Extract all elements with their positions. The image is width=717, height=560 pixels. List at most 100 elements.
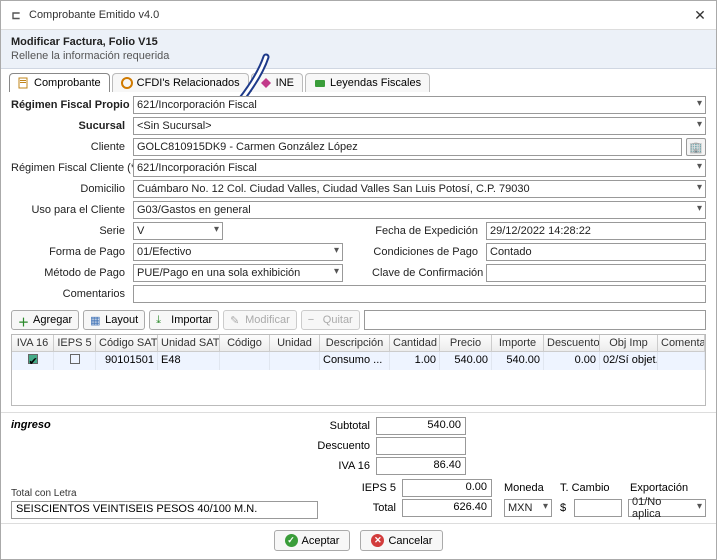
divider	[1, 412, 716, 413]
agregar-button[interactable]: ＋Agregar	[11, 310, 79, 330]
clave-conf-input[interactable]	[486, 264, 706, 282]
total-letra-box: Total con Letra SEISCIENTOS VEINTISEIS P…	[11, 488, 318, 519]
label-descuento-total: Descuento	[300, 440, 370, 452]
label-ieps5-total: IEPS 5	[326, 482, 396, 494]
cond-pago-input[interactable]: Contado	[486, 243, 706, 261]
label-domicilio: Domicilio	[11, 183, 129, 195]
importar-button[interactable]: ⤓Importar	[149, 310, 219, 330]
aceptar-button[interactable]: ✓Aceptar	[274, 530, 351, 551]
tab-label: Leyendas Fiscales	[330, 77, 421, 89]
cliente-lookup-button[interactable]: 🏢	[686, 138, 706, 156]
grid-row[interactable]: ✔ 90101501 E48 Consumo ... 1.00 540.00 5…	[12, 352, 705, 370]
cliente-input[interactable]: GOLC810915DK9 - Carmen González López	[133, 138, 682, 156]
tcambio-input[interactable]	[574, 499, 622, 517]
label-regimen-cliente: Régimen Fiscal Cliente (*)	[11, 162, 129, 174]
cell-codigo-sat: 90101501	[96, 352, 158, 370]
subheader-subtitle: Rellene la información requerida	[11, 50, 706, 62]
serie-select[interactable]: V	[133, 222, 223, 240]
tipo-comprobante-label: ingreso	[1, 415, 290, 479]
forma-pago-select[interactable]: 01/Efectivo	[133, 243, 343, 261]
modificar-button[interactable]: ✎Modificar	[223, 310, 297, 330]
total-value: 626.40	[402, 499, 492, 517]
cancelar-button[interactable]: ✕Cancelar	[360, 530, 443, 551]
layout-icon: ▦	[90, 314, 102, 326]
checkbox-ieps5[interactable]	[70, 354, 80, 364]
cell-precio: 540.00	[440, 352, 492, 370]
window: ⊏ Comprobante Emitido v4.0 ✕ Modificar F…	[0, 0, 717, 560]
col-ieps5[interactable]: IEPS 5	[54, 335, 96, 351]
col-iva16[interactable]: IVA 16	[12, 335, 54, 351]
descuento-value	[376, 437, 466, 455]
diamond-icon	[260, 77, 272, 89]
cell-unidad	[270, 352, 320, 370]
tag-icon	[314, 77, 326, 89]
ieps5-value: 0.00	[402, 479, 492, 497]
comentarios-input[interactable]	[133, 285, 706, 303]
subheader: Modificar Factura, Folio V15 Rellene la …	[1, 30, 716, 69]
label-clave-conf: Clave de Confirmación	[372, 267, 482, 279]
cell-objimp: 02/Sí objet...	[600, 352, 658, 370]
tcambio-prefix: $	[558, 502, 568, 514]
toolbar-search-input[interactable]	[364, 310, 706, 330]
cell-descripcion: Consumo ...	[320, 352, 390, 370]
titlebar: ⊏ Comprobante Emitido v4.0 ✕	[1, 1, 716, 30]
regimen-cliente-select[interactable]: 621/Incorporación Fiscal	[133, 159, 706, 177]
metodo-pago-select[interactable]: PUE/Pago en una sola exhibición	[133, 264, 343, 282]
layout-button[interactable]: ▦Layout	[83, 310, 145, 330]
col-codigo-sat[interactable]: Código SAT	[96, 335, 158, 351]
checkbox-iva16[interactable]: ✔	[28, 354, 38, 364]
tab-label: CFDI's Relacionados	[137, 77, 240, 89]
label-metodo-pago: Método de Pago	[11, 267, 129, 279]
close-button[interactable]: ✕	[692, 7, 708, 23]
col-unidad[interactable]: Unidad	[270, 335, 320, 351]
label-forma-pago: Forma de Pago	[11, 246, 129, 258]
footer: ✓Aceptar ✕Cancelar	[1, 523, 716, 557]
sucursal-select[interactable]: <Sin Sucursal>	[133, 117, 706, 135]
cell-codigo	[220, 352, 270, 370]
total-letra-value: SEISCIENTOS VEINTISEIS PESOS 40/100 M.N.	[11, 501, 318, 519]
cell-cantidad: 1.00	[390, 352, 440, 370]
cell-importe: 540.00	[492, 352, 544, 370]
subheader-title: Modificar Factura, Folio V15	[11, 36, 706, 48]
label-regimen-propio: Régimen Fiscal Propio (*)	[11, 99, 129, 111]
col-codigo[interactable]: Código	[220, 335, 270, 351]
grid-toolbar: ＋Agregar ▦Layout ⤓Importar ✎Modificar −Q…	[11, 306, 706, 334]
fecha-input[interactable]: 29/12/2022 14:28:22	[486, 222, 706, 240]
col-descripcion[interactable]: Descripción	[320, 335, 390, 351]
tab-ine[interactable]: INE	[251, 73, 303, 92]
col-importe[interactable]: Importe	[492, 335, 544, 351]
right-totals: IEPS 50.00 Moneda T. Cambio Exportación …	[326, 479, 706, 519]
uso-cliente-select[interactable]: G03/Gastos en general	[133, 201, 706, 219]
col-cantidad[interactable]: Cantidad	[390, 335, 440, 351]
cell-descuento: 0.00	[544, 352, 600, 370]
domicilio-select[interactable]: Cuámbaro No. 12 Col. Ciudad Valles, Ciud…	[133, 180, 706, 198]
tab-comprobante[interactable]: Comprobante	[9, 73, 110, 92]
regimen-propio-select[interactable]: 621/Incorporación Fiscal	[133, 96, 706, 114]
tab-leyendas-fiscales[interactable]: Leyendas Fiscales	[305, 73, 430, 92]
col-precio[interactable]: Precio	[440, 335, 492, 351]
col-comentari[interactable]: Comentari	[658, 335, 705, 351]
app-logo-icon: ⊏	[9, 8, 23, 22]
moneda-select[interactable]: MXN	[504, 499, 552, 517]
label-cond-pago: Condiciones de Pago	[372, 246, 482, 258]
col-unidad-sat[interactable]: Unidad SAT	[158, 335, 220, 351]
label-iva16-total: IVA 16	[300, 460, 370, 472]
label-total-letra: Total con Letra	[11, 488, 318, 499]
import-icon: ⤓	[156, 314, 168, 326]
label-exportacion: Exportación	[628, 482, 706, 494]
tab-label: INE	[276, 77, 294, 89]
totals-area: Subtotal540.00 Descuento IVA 1686.40	[290, 415, 716, 479]
items-grid: IVA 16 IEPS 5 Código SAT Unidad SAT Códi…	[11, 334, 706, 406]
label-total: Total	[326, 502, 396, 514]
quitar-button[interactable]: −Quitar	[301, 310, 360, 330]
pencil-icon: ✎	[230, 314, 242, 326]
exportacion-select[interactable]: 01/No aplica	[628, 499, 706, 517]
tab-cfdis-relacionados[interactable]: CFDI's Relacionados	[112, 73, 249, 92]
label-sucursal: Sucursal	[11, 120, 129, 132]
col-objimp[interactable]: Obj Imp	[600, 335, 658, 351]
col-descuento[interactable]: Descuento	[544, 335, 600, 351]
label-moneda: Moneda	[498, 482, 552, 494]
check-icon: ✓	[285, 534, 298, 547]
label-serie: Serie	[11, 225, 129, 237]
document-icon	[18, 77, 30, 89]
